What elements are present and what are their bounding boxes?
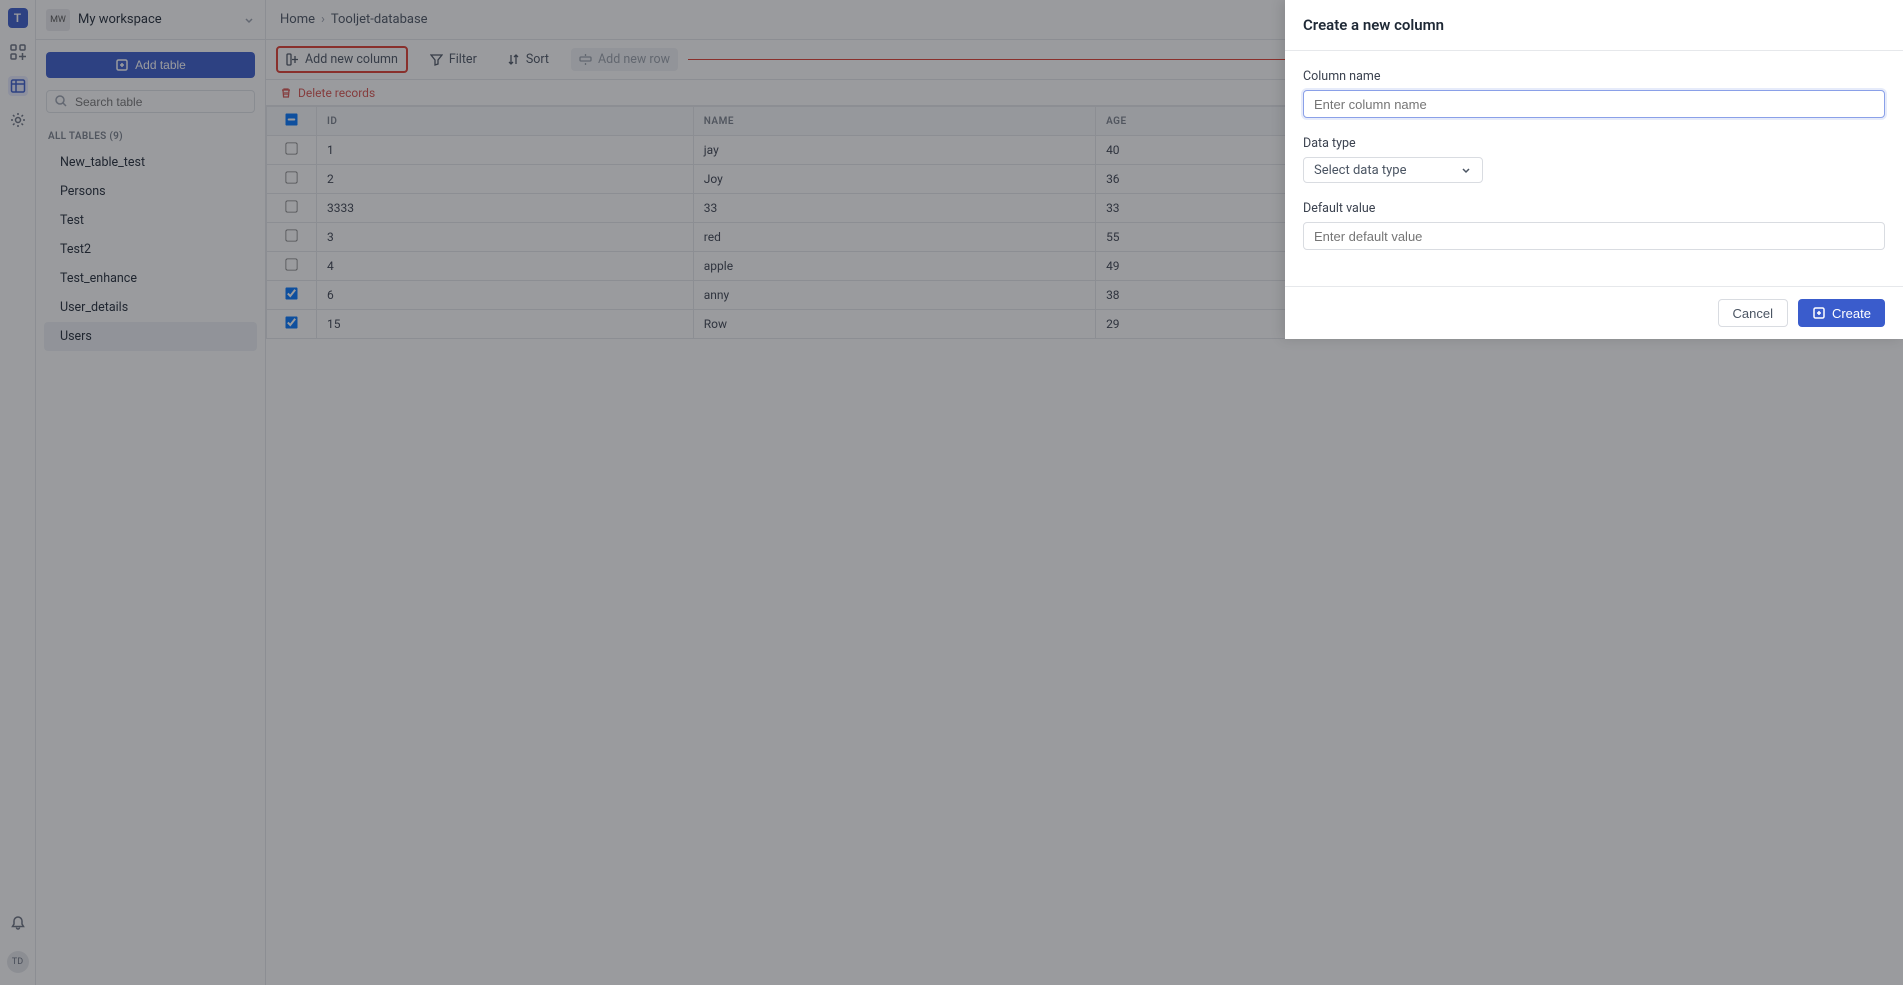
data-type-select[interactable]: Select data type xyxy=(1303,157,1483,183)
column-name-label: Column name xyxy=(1303,69,1885,84)
create-label: Create xyxy=(1832,306,1871,321)
default-value-input[interactable] xyxy=(1303,222,1885,250)
data-type-label: Data type xyxy=(1303,136,1885,151)
column-name-input[interactable] xyxy=(1303,90,1885,118)
data-type-placeholder: Select data type xyxy=(1314,163,1407,178)
chevron-down-icon xyxy=(1460,164,1472,176)
create-column-panel: Create a new column Column name Data typ… xyxy=(1285,0,1903,339)
cancel-button[interactable]: Cancel xyxy=(1718,299,1788,327)
create-button[interactable]: Create xyxy=(1798,299,1885,327)
panel-title: Create a new column xyxy=(1285,0,1903,51)
default-value-label: Default value xyxy=(1303,201,1885,216)
